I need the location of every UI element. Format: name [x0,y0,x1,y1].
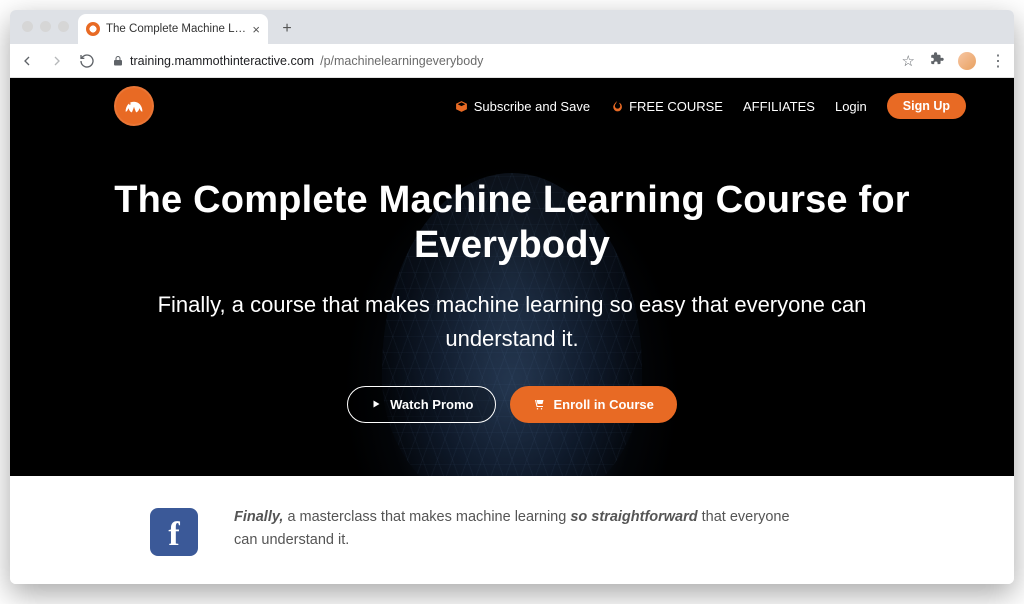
tab-strip: The Complete Machine Learnin × + [10,10,1014,44]
nav-affiliates-label: AFFILIATES [743,99,815,114]
browser-tab[interactable]: The Complete Machine Learnin × [78,14,268,44]
watch-promo-button[interactable]: Watch Promo [347,386,496,423]
extensions-icon[interactable] [929,51,944,71]
nav-free-course[interactable]: FREE COURSE [610,99,723,114]
url-path: /p/machinelearningeverybody [320,54,483,68]
mammoth-icon [120,92,148,120]
nav-subscribe[interactable]: Subscribe and Save [455,99,590,114]
browser-menu-icon[interactable]: ⋮ [990,51,1006,71]
hero-subtitle: Finally, a course that makes machine lea… [102,288,922,356]
box-icon [455,100,468,113]
facebook-share-button[interactable]: f [150,508,198,556]
nav-login-label: Login [835,99,867,114]
profile-avatar[interactable] [958,52,976,70]
hero-section: Subscribe and Save FREE COURSE AFFILIATE… [10,78,1014,476]
address-bar: training.mammothinteractive.com/p/machin… [10,44,1014,78]
nav-free-course-label: FREE COURSE [629,99,723,114]
url-field[interactable]: training.mammothinteractive.com/p/machin… [108,54,890,68]
forward-button[interactable] [48,52,66,70]
star-icon[interactable]: ☆ [902,52,915,70]
hero-title: The Complete Machine Learning Course for… [102,178,922,268]
watch-promo-label: Watch Promo [390,397,473,412]
zoom-dot[interactable] [58,21,69,32]
back-button[interactable] [18,52,36,70]
enroll-label: Enroll in Course [553,397,653,412]
main-nav: Subscribe and Save FREE COURSE AFFILIATE… [455,93,966,119]
description-text: Finally, a masterclass that makes machin… [234,506,794,552]
hero-cta-row: Watch Promo Enroll in Course [102,386,922,423]
page-viewport: Subscribe and Save FREE COURSE AFFILIATE… [10,78,1014,584]
new-tab-button[interactable]: + [274,16,300,42]
minimize-dot[interactable] [40,21,51,32]
description-section: f Finally, a masterclass that makes mach… [10,476,1014,556]
close-dot[interactable] [22,21,33,32]
cart-icon [533,398,545,410]
close-tab-icon[interactable]: × [252,22,260,37]
url-domain: training.mammothinteractive.com [130,54,314,68]
desc-lead: Finally, [234,509,283,525]
facebook-icon: f [168,516,179,554]
site-header: Subscribe and Save FREE COURSE AFFILIATE… [10,78,1014,124]
play-icon [370,398,382,410]
nav-login[interactable]: Login [835,99,867,114]
desc-mid1: a masterclass that makes machine learnin… [283,509,570,525]
tab-title: The Complete Machine Learnin [106,23,246,35]
hero-content: The Complete Machine Learning Course for… [102,124,922,423]
nav-affiliates[interactable]: AFFILIATES [743,99,815,114]
fire-icon [610,100,623,113]
browser-window: The Complete Machine Learnin × + trainin… [10,10,1014,584]
window-traffic-lights [22,21,69,32]
enroll-button[interactable]: Enroll in Course [510,386,676,423]
lock-icon [112,55,124,67]
desc-emph: so straightforward [570,509,697,525]
signup-label: Sign Up [903,99,950,113]
signup-button[interactable]: Sign Up [887,93,966,119]
nav-subscribe-label: Subscribe and Save [474,99,590,114]
brand-logo[interactable] [114,86,154,126]
reload-button[interactable] [78,52,96,70]
favicon-icon [86,22,100,36]
